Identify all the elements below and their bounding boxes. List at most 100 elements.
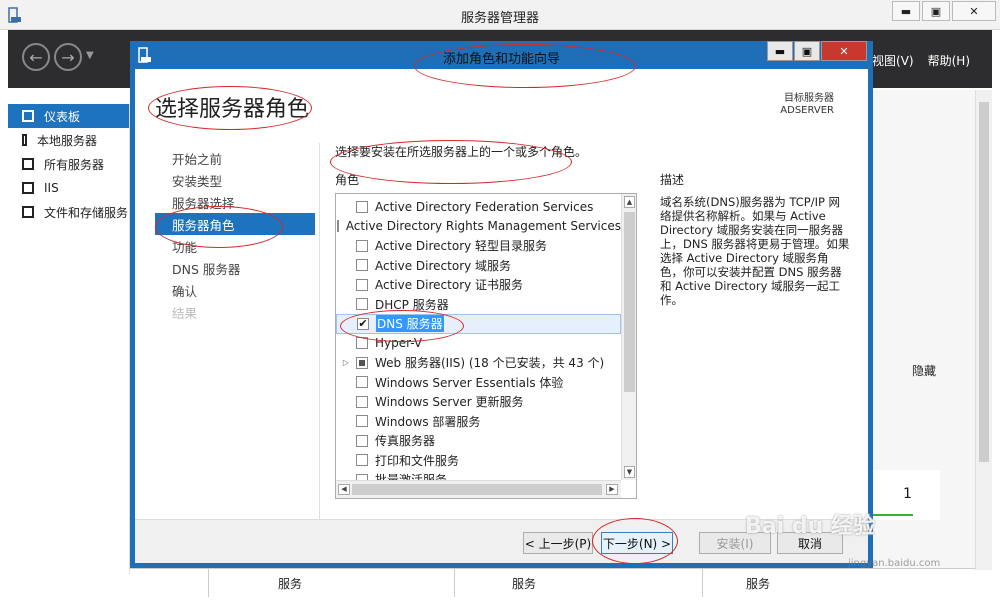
step-before-you-begin[interactable]: 开始之前 (155, 147, 315, 169)
status-bar (873, 514, 913, 516)
dialog-close-button[interactable]: ✕ (821, 41, 867, 61)
sidebar: 仪表板 本地服务器 所有服务器 IIS 文件和存储服务 (8, 104, 130, 574)
scroll-down-icon[interactable]: ▼ (624, 466, 635, 478)
step-server-selection[interactable]: 服务器选择 (155, 191, 315, 213)
dialog-minimize-button[interactable]: ▬ (767, 41, 793, 61)
service-label[interactable]: 服务 (512, 575, 536, 592)
back-arrow-icon[interactable]: ← (22, 43, 50, 71)
step-installation-type[interactable]: 安装类型 (155, 169, 315, 191)
role-checkbox[interactable] (356, 239, 368, 252)
step-server-roles[interactable]: 服务器角色 (155, 213, 315, 235)
role-item[interactable]: DHCP 服务器 (336, 295, 621, 315)
role-label: Web 服务器(IIS) (18 个已安装，共 43 个) (375, 356, 605, 371)
scroll-right-icon[interactable]: ▶ (606, 484, 618, 495)
next-button[interactable]: 下一步(N) > (601, 532, 673, 554)
role-checkbox[interactable] (356, 337, 368, 350)
roles-horizontal-scrollbar[interactable]: ◀ ▶ (336, 480, 621, 498)
role-item[interactable]: Hyper-V (336, 334, 621, 354)
scroll-up-icon[interactable]: ▲ (624, 196, 635, 208)
role-checkbox[interactable]: ✔ (357, 317, 369, 330)
step-dns-server[interactable]: DNS 服务器 (155, 257, 315, 279)
wizard-steps: 开始之前 安装类型 服务器选择 服务器角色 功能 DNS 服务器 确认 结果 (155, 147, 315, 323)
close-button[interactable]: ✕ (952, 1, 996, 21)
role-checkbox[interactable] (356, 376, 368, 389)
storage-icon (22, 206, 34, 218)
role-checkbox[interactable] (356, 356, 368, 369)
watermark-url: jingyan.baidu.com (848, 558, 941, 569)
servers-icon (22, 158, 34, 170)
role-item[interactable]: ▷ Web 服务器(IIS) (18 个已安装，共 43 个) (336, 353, 621, 373)
dashboard-icon (22, 110, 34, 122)
menu-view[interactable]: 视图(V) (872, 52, 914, 69)
role-checkbox[interactable] (356, 415, 368, 428)
dialog-titlebar: 添加角色和功能向导 ▬ ▣ ✕ (130, 41, 873, 69)
dashboard-tile[interactable]: 1 (870, 470, 940, 520)
sidebar-item-local-server[interactable]: 本地服务器 (8, 128, 129, 152)
roles-header: 角色 (335, 173, 360, 187)
iis-icon (22, 182, 34, 194)
roles-list[interactable]: 批量激活服务打印和文件服务传真服务器Windows 部署服务Windows Se… (335, 193, 637, 499)
role-item[interactable]: Active Directory Rights Management Servi… (336, 217, 621, 237)
window-title: 服务器管理器 (460, 11, 539, 26)
role-item[interactable]: 传真服务器 (336, 431, 621, 451)
sidebar-item-dashboard[interactable]: 仪表板 (8, 104, 129, 128)
step-confirmation[interactable]: 确认 (155, 279, 315, 301)
previous-button[interactable]: < 上一步(P) (523, 532, 593, 554)
role-label: Windows Server Essentials 体验 (375, 375, 564, 390)
role-checkbox[interactable] (356, 454, 368, 467)
hscroll-thumb[interactable] (352, 484, 602, 495)
roles-vertical-scrollbar[interactable]: ▲ ▼ (621, 194, 636, 480)
outer-scrollbar[interactable] (975, 90, 992, 570)
role-checkbox[interactable] (356, 259, 368, 272)
service-label[interactable]: 服务 (746, 575, 770, 592)
role-checkbox[interactable] (356, 200, 368, 213)
step-results: 结果 (172, 305, 198, 321)
dialog-maximize-button[interactable]: ▣ (794, 41, 820, 61)
service-label[interactable]: 服务 (278, 575, 302, 592)
role-checkbox[interactable] (336, 220, 339, 233)
role-item[interactable]: Windows Server Essentials 体验 (336, 373, 621, 393)
hide-link[interactable]: 隐藏 (912, 362, 936, 379)
add-roles-wizard-dialog: 添加角色和功能向导 ▬ ▣ ✕ 选择服务器角色 目标服务器 ADSERVER 开… (130, 41, 873, 568)
role-item[interactable]: Active Directory Federation Services (336, 197, 621, 217)
role-label: 打印和文件服务 (375, 453, 460, 468)
dialog-title: 添加角色和功能向导 (442, 52, 560, 67)
server-manager-titlebar: 服务器管理器 ▬ ▣ ✕ (0, 0, 1000, 30)
role-item[interactable]: Active Directory 域服务 (336, 256, 621, 276)
role-label: Windows 部署服务 (375, 414, 481, 429)
scroll-left-icon[interactable]: ◀ (338, 484, 350, 495)
role-label: DNS 服务器 (376, 315, 444, 333)
role-item[interactable]: Windows 部署服务 (336, 412, 621, 432)
role-label: Active Directory 证书服务 (375, 278, 524, 293)
chevron-down-icon[interactable]: ▼ (86, 50, 94, 61)
step-features[interactable]: 功能 (155, 235, 315, 257)
role-item[interactable]: Active Directory 轻型目录服务 (336, 236, 621, 256)
scroll-thumb[interactable] (624, 212, 635, 392)
menu-help[interactable]: 帮助(H) (928, 52, 970, 69)
role-label: Windows Server 更新服务 (375, 395, 524, 410)
services-strip: 服务 服务 服务 (130, 568, 975, 597)
sidebar-item-iis[interactable]: IIS (8, 176, 129, 200)
role-checkbox[interactable] (356, 395, 368, 408)
role-item[interactable]: 打印和文件服务 (336, 451, 621, 471)
role-checkbox[interactable] (356, 278, 368, 291)
tile-count: 1 (903, 486, 912, 502)
dialog-body: 选择服务器角色 目标服务器 ADSERVER 开始之前 安装类型 服务器选择 服… (135, 69, 868, 563)
role-label: 传真服务器 (375, 434, 436, 449)
sidebar-item-all-servers[interactable]: 所有服务器 (8, 152, 129, 176)
target-server-info: 目标服务器 ADSERVER (780, 93, 834, 116)
role-checkbox[interactable] (356, 298, 368, 311)
forward-arrow-icon[interactable]: → (54, 43, 82, 71)
sidebar-item-file-storage[interactable]: 文件和存储服务 (8, 200, 129, 224)
role-item[interactable]: Active Directory 证书服务 (336, 275, 621, 295)
role-checkbox[interactable] (356, 434, 368, 447)
role-label: DHCP 服务器 (375, 297, 449, 312)
role-label: Active Directory Rights Management Servi… (345, 219, 621, 234)
minimize-button[interactable]: ▬ (892, 1, 920, 21)
role-label: Active Directory 域服务 (375, 258, 512, 273)
expand-arrow-icon[interactable]: ▷ (336, 358, 356, 367)
maximize-button[interactable]: ▣ (922, 1, 950, 21)
role-item[interactable]: Windows Server 更新服务 (336, 392, 621, 412)
role-item[interactable]: ✔ DNS 服务器 (336, 314, 621, 334)
role-label: Hyper-V (375, 336, 423, 351)
